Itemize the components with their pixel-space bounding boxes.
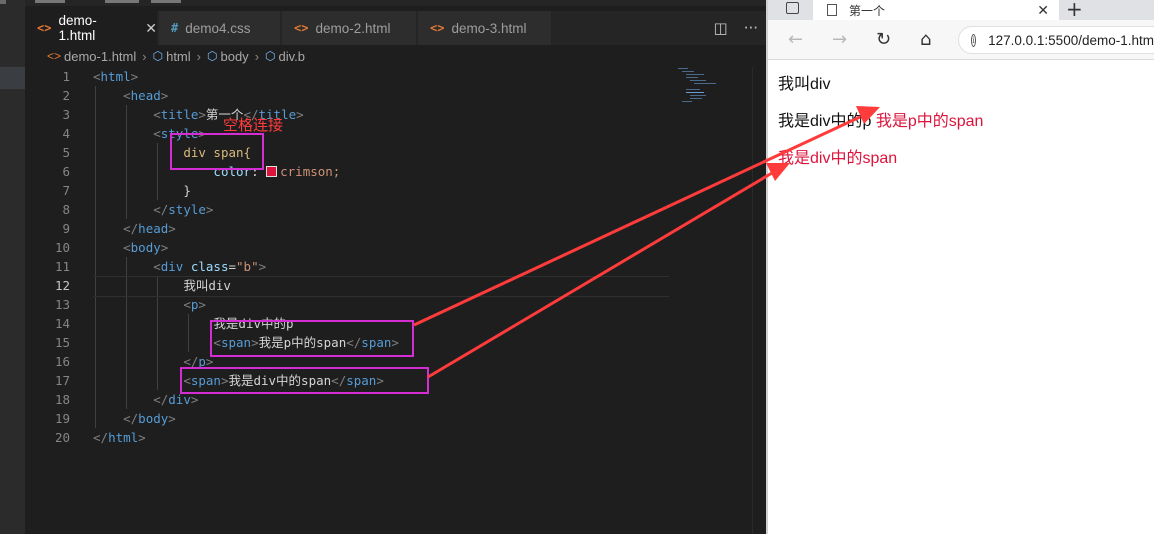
line-number-current: 12: [54, 278, 70, 293]
browser-toolbar: ← → ↻ ⌂ i 127.0.0.1:5500/demo-1.html: [768, 20, 1154, 60]
address-text: 127.0.0.1:5500/demo-1.html: [988, 32, 1154, 48]
close-icon[interactable]: ✕: [145, 20, 157, 37]
menu-fragment: [105, 0, 139, 3]
line-number: 14: [54, 316, 70, 331]
forward-icon[interactable]: →: [832, 29, 847, 50]
code-line: }: [183, 183, 191, 198]
browser-window: 第一个 ✕ + ← → ↻ ⌂ i 127.0.0.1:5500/demo-1.…: [766, 0, 1154, 534]
code-line: <html>: [93, 69, 139, 84]
code-line: <title>第一个</title>: [153, 107, 304, 122]
line-number: 20: [54, 430, 70, 445]
css-file-icon: #: [171, 21, 179, 35]
menu-fragment: [151, 0, 181, 3]
breadcrumb: <> demo-1.html › ⬡ html › ⬡ body › ⬡ div…: [25, 45, 766, 67]
line-number: 13: [54, 297, 70, 312]
minimap[interactable]: [676, 67, 746, 107]
line-number: 10: [54, 240, 70, 255]
line-number: 1: [62, 69, 70, 84]
element-icon: ⬡: [152, 49, 164, 63]
p-span-text: 我是p中的span: [875, 113, 984, 130]
line-number: 3: [62, 107, 70, 122]
color-swatch-icon[interactable]: [266, 166, 278, 177]
line-number: 11: [54, 259, 70, 274]
menu-strip: [25, 0, 766, 6]
chevron-right-icon: ›: [142, 48, 147, 64]
browser-tab-strip: 第一个 ✕ +: [768, 0, 1154, 21]
new-tab-icon[interactable]: +: [1066, 0, 1083, 21]
code-line: <body>: [123, 240, 169, 255]
browser-tab[interactable]: 第一个 ✕: [813, 0, 1059, 20]
more-actions-icon[interactable]: ···: [744, 19, 758, 37]
line-number: 6: [62, 164, 70, 179]
chevron-right-icon: ›: [254, 48, 260, 64]
html-file-icon: <>: [37, 21, 52, 35]
div-text: 我叫div: [778, 76, 831, 93]
close-icon[interactable]: ✕: [1037, 2, 1049, 19]
tab-demo-3-html[interactable]: <> demo-3.html: [418, 11, 552, 45]
paragraph: 我是div中的p 我是p中的span: [778, 107, 983, 131]
html-file-icon: <>: [294, 21, 309, 35]
info-icon[interactable]: i: [971, 33, 977, 47]
html-file-icon: <>: [47, 49, 62, 63]
tab-demo-2-html[interactable]: <> demo-2.html: [282, 11, 417, 45]
div-span-text: 我是div中的span: [778, 150, 898, 167]
line-number: 15: [54, 335, 70, 350]
line-number: 8: [62, 202, 70, 217]
annotation-box-div-span: [180, 367, 429, 394]
back-icon[interactable]: ←: [788, 29, 803, 50]
code-line: <div class="b">: [153, 259, 267, 274]
line-number: 18: [54, 392, 70, 407]
breadcrumb-item-div[interactable]: div.b: [279, 49, 306, 64]
line-number: 19: [54, 411, 70, 426]
home-icon[interactable]: ⌂: [920, 29, 931, 50]
line-number: 2: [62, 88, 70, 103]
code-line-current: 我叫div: [93, 276, 673, 297]
breadcrumb-item-html[interactable]: html: [166, 49, 191, 64]
activity-selected-item[interactable]: [0, 67, 25, 89]
line-number: 7: [62, 183, 70, 198]
annotation-box-selector: [170, 133, 264, 170]
tab-demo4-css[interactable]: # demo4.css: [159, 11, 281, 45]
code-line: </body>: [123, 411, 176, 426]
line-number: 5: [62, 145, 70, 160]
line-number-gutter: 1 2 3 4 5 6 7 8 9 10 11 12 13 14 15 16 1…: [25, 67, 70, 447]
page-icon: [827, 4, 837, 16]
line-number: 9: [62, 221, 70, 236]
breadcrumb-item-file[interactable]: demo-1.html: [64, 49, 136, 64]
editor-tab-bar: <> demo-1.html ✕ # demo4.css <> demo-2.h…: [25, 11, 766, 45]
tab-label: demo-1.html: [58, 13, 97, 43]
tab-label: demo-2.html: [315, 20, 391, 36]
editor-actions: ◫ ···: [714, 11, 759, 45]
line-number: 17: [54, 373, 70, 388]
tab-demo-1-html[interactable]: <> demo-1.html ✕: [25, 11, 158, 45]
annotation-box-p-span: [210, 320, 414, 357]
code-line: <p>: [183, 297, 206, 312]
split-editor-icon[interactable]: ◫: [714, 19, 728, 37]
address-bar[interactable]: i 127.0.0.1:5500/demo-1.html: [958, 26, 1154, 54]
tab-actions-icon[interactable]: [786, 2, 799, 14]
line-number: 4: [62, 126, 70, 141]
tab-label: demo-3.html: [451, 20, 527, 36]
browser-tab-title: 第一个: [849, 3, 886, 18]
html-file-icon: <>: [430, 21, 445, 35]
activity-bar: [0, 0, 25, 534]
code-line: </html>: [93, 430, 146, 445]
code-line: <head>: [123, 88, 169, 103]
chevron-right-icon: ›: [196, 48, 201, 64]
refresh-icon[interactable]: ↻: [876, 29, 891, 50]
annotation-note: 空格连接: [223, 117, 284, 134]
element-icon: ⬡: [207, 49, 218, 63]
code-line: </head>: [123, 221, 176, 236]
paragraph-text: 我是div中的p: [778, 113, 872, 130]
menu-fragment: [35, 0, 65, 3]
breadcrumb-item-body[interactable]: body: [220, 49, 248, 64]
code-editor: <> demo-1.html ✕ # demo4.css <> demo-2.h…: [0, 0, 766, 534]
element-icon: ⬡: [265, 49, 276, 63]
activity-marker: [0, 0, 6, 4]
code-line: </style>: [153, 202, 214, 217]
line-number: 16: [54, 354, 70, 369]
vertical-scrollbar[interactable]: [752, 67, 766, 534]
tab-label: demo4.css: [185, 20, 251, 36]
